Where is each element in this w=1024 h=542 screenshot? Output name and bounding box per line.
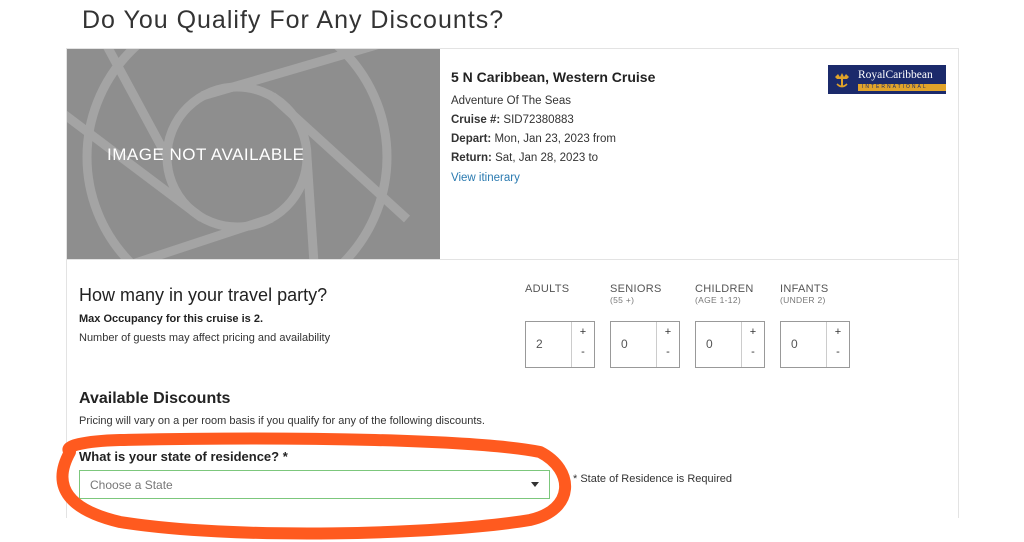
crown-anchor-icon	[828, 65, 855, 94]
guest-sublabel: (UNDER 2)	[780, 295, 826, 305]
cruise-number: Cruise #: SID72380883	[451, 111, 655, 130]
guest-children: CHILDREN (AGE 1-12) 0 + -	[695, 283, 765, 368]
guest-sublabel: (55 +)	[610, 295, 635, 305]
view-itinerary-link[interactable]: View itinerary	[451, 172, 520, 184]
adults-stepper[interactable]: 2 + -	[525, 321, 595, 368]
guest-adults: ADULTS 2 + -	[525, 283, 595, 368]
guest-infants: INFANTS (UNDER 2) 0 + -	[780, 283, 850, 368]
section-divider	[67, 259, 958, 260]
image-not-available-text: IMAGE NOT AVAILABLE	[107, 145, 305, 164]
increment-button[interactable]: +	[827, 326, 849, 338]
return-value: Sat, Jan 28, 2023 to	[495, 152, 599, 164]
depart-value: Mon, Jan 23, 2023 from	[494, 133, 616, 145]
increment-button[interactable]: +	[742, 326, 764, 338]
seniors-stepper[interactable]: 0 + -	[610, 321, 680, 368]
ship-name: Adventure Of The Seas	[451, 95, 571, 107]
guest-sublabel	[525, 295, 595, 307]
guest-label: ADULTS	[525, 283, 570, 295]
state-select[interactable]: Choose a State	[79, 470, 550, 499]
page-title: Do You Qualify For Any Discounts?	[82, 6, 505, 34]
travel-party-heading: How many in your travel party?	[79, 285, 328, 305]
return-date: Return: Sat, Jan 28, 2023 to	[451, 149, 655, 168]
decrement-button[interactable]: -	[657, 346, 679, 358]
children-stepper[interactable]: 0 + -	[695, 321, 765, 368]
state-of-residence-label: What is your state of residence? *	[79, 449, 288, 464]
stepper-value[interactable]: 0	[791, 337, 798, 351]
logo-wordmark: RoyalCaribbean	[858, 68, 933, 81]
cruise-image-placeholder: IMAGE NOT AVAILABLE	[67, 49, 440, 259]
stepper-value[interactable]: 2	[536, 337, 543, 351]
cruise-name: 5 N Caribbean, Western Cruise	[451, 69, 656, 85]
guest-seniors: SENIORS (55 +) 0 + -	[610, 283, 680, 368]
cruise-info: 5 N Caribbean, Western Cruise Adventure …	[451, 69, 655, 186]
guest-label: CHILDREN	[695, 283, 754, 295]
depart-date: Depart: Mon, Jan 23, 2023 from	[451, 130, 655, 149]
state-required-message: * State of Residence is Required	[573, 473, 732, 485]
increment-button[interactable]: +	[572, 326, 594, 338]
caret-down-icon[interactable]	[531, 482, 539, 487]
available-discounts-heading: Available Discounts	[79, 390, 231, 407]
guest-pricing-note: Number of guests may affect pricing and …	[79, 332, 331, 344]
stepper-value[interactable]: 0	[621, 337, 628, 351]
cruise-number-label: Cruise #:	[451, 114, 501, 126]
stepper-value[interactable]: 0	[706, 337, 713, 351]
cruise-number-value: SID72380883	[503, 114, 574, 126]
decrement-button[interactable]: -	[742, 346, 764, 358]
royal-caribbean-logo: RoyalCaribbean INTERNATIONAL	[828, 65, 946, 94]
guest-sublabel: (AGE 1-12)	[695, 295, 741, 305]
decrement-button[interactable]: -	[827, 346, 849, 358]
guest-label: INFANTS	[780, 283, 829, 295]
return-label: Return:	[451, 152, 492, 164]
decrement-button[interactable]: -	[572, 346, 594, 358]
depart-label: Depart:	[451, 133, 492, 145]
max-occupancy-note: Max Occupancy for this cruise is 2.	[79, 313, 264, 325]
logo-subtitle: INTERNATIONAL	[858, 83, 946, 91]
increment-button[interactable]: +	[657, 326, 679, 338]
guest-label: SENIORS	[610, 283, 662, 295]
state-select-placeholder[interactable]: Choose a State	[90, 478, 173, 492]
cruise-card: IMAGE NOT AVAILABLE 5 N Caribbean, Weste…	[66, 48, 959, 518]
infants-stepper[interactable]: 0 + -	[780, 321, 850, 368]
discounts-pricing-note: Pricing will vary on a per room basis if…	[79, 415, 485, 427]
